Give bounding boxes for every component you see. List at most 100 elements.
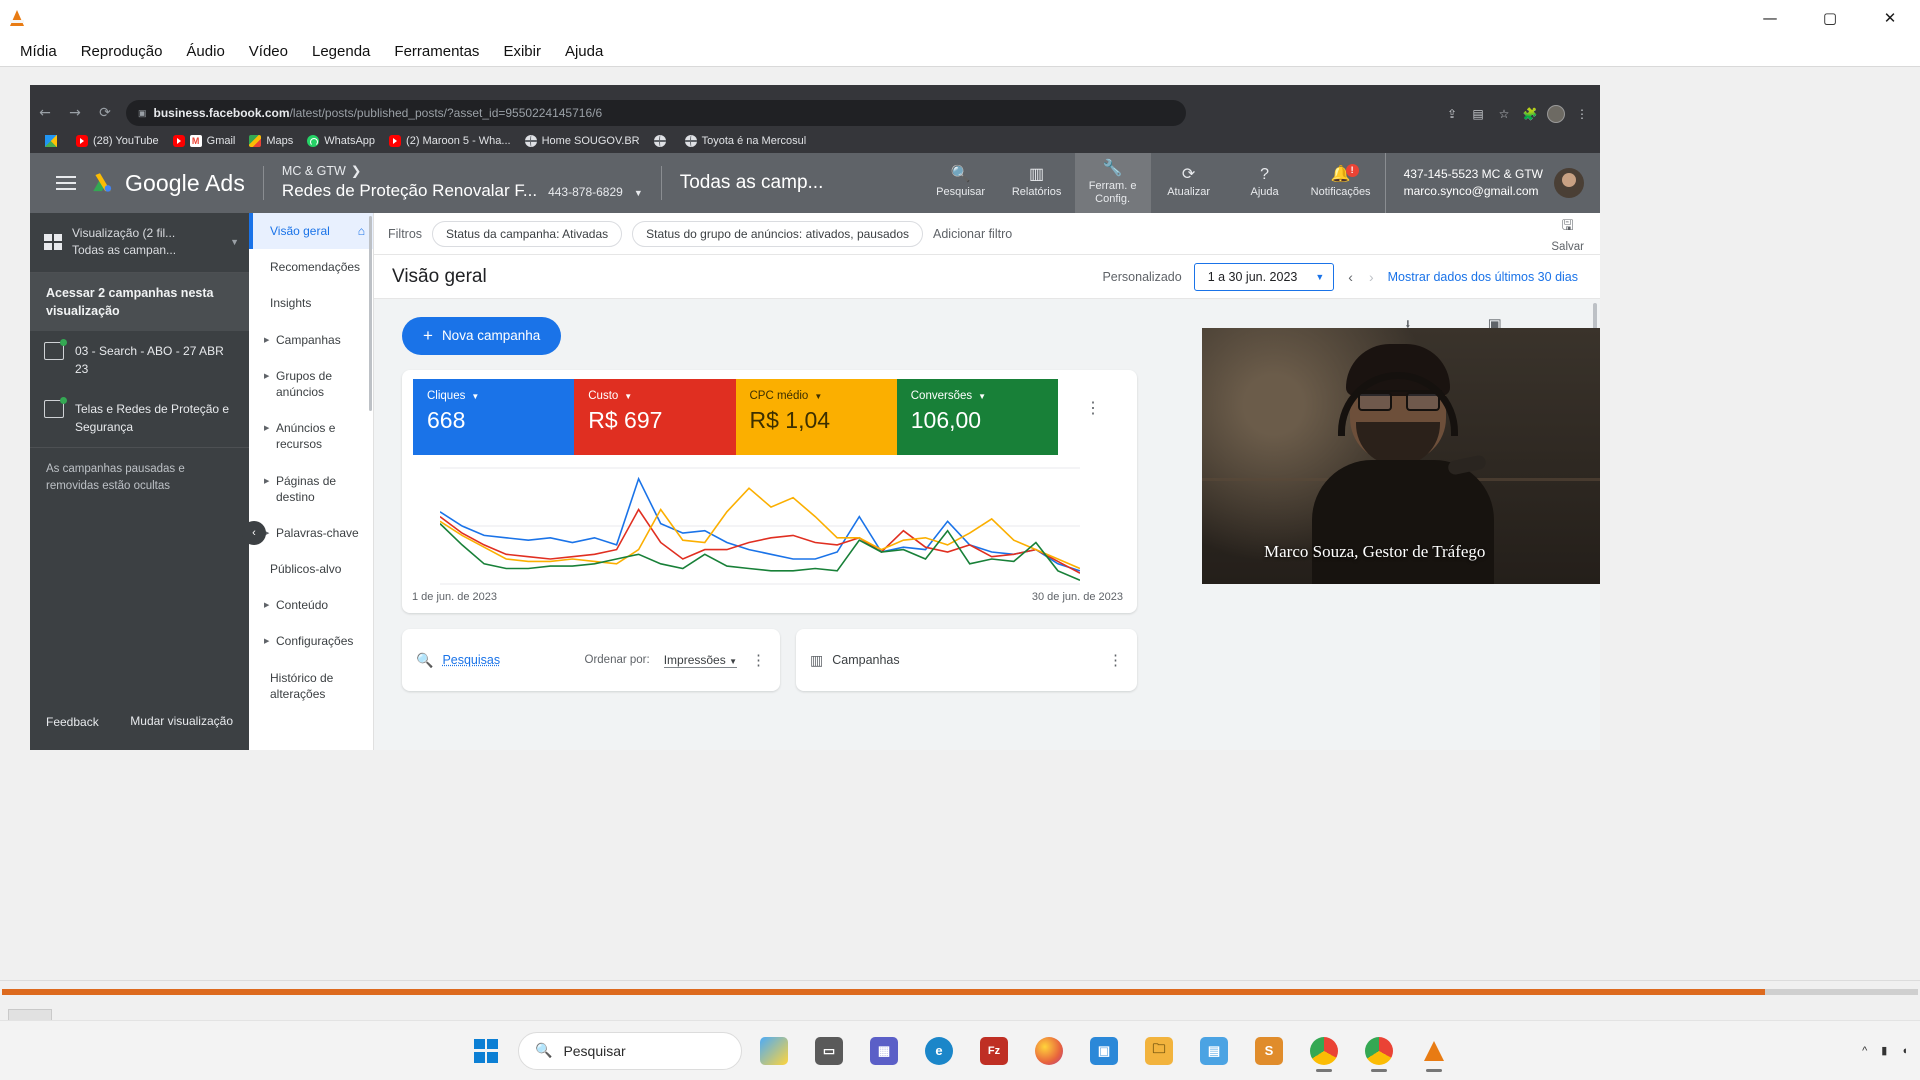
- header-action-reports[interactable]: ▥ Relatórios: [999, 153, 1075, 213]
- share-icon[interactable]: ⇪: [1440, 102, 1464, 126]
- taskbar-app-filezilla[interactable]: Fz: [971, 1028, 1017, 1074]
- header-action-tools[interactable]: 🔧 Ferram. e Config.: [1074, 153, 1151, 213]
- menu-exibir[interactable]: Exibir: [491, 39, 553, 64]
- previous-period-button[interactable]: ‹: [1346, 269, 1355, 285]
- scorecard-cpc-medio[interactable]: CPC médio ▼ R$ 1,04: [735, 379, 897, 455]
- forward-icon[interactable]: →: [60, 100, 90, 126]
- nav-item-publicos-alvo[interactable]: Públicos-alvo: [249, 551, 373, 587]
- bookmark-toyota[interactable]: Toyota é na Mercosul: [678, 133, 814, 149]
- back-icon[interactable]: ←: [30, 100, 60, 126]
- scorecard-custo[interactable]: Custo ▼ R$ 697: [574, 379, 736, 455]
- chevron-down-icon[interactable]: ▼: [814, 392, 822, 401]
- panel-pesquisas[interactable]: 🔍 Pesquisas Ordenar por: Impressões ▼ ⋮: [402, 629, 780, 691]
- extensions-icon[interactable]: 🧩: [1518, 102, 1542, 126]
- chevron-down-icon[interactable]: ▼: [471, 392, 479, 401]
- taskbar-app-firefox[interactable]: [1026, 1028, 1072, 1074]
- nav-scrollbar[interactable]: [369, 216, 372, 411]
- bookmark-drive[interactable]: [38, 133, 69, 149]
- taskbar-app-file-explorer[interactable]: 🗀: [1136, 1028, 1182, 1074]
- nav-item-configuracoes[interactable]: ▶ Configurações: [249, 623, 373, 659]
- minimize-button[interactable]: —: [1740, 0, 1800, 36]
- nav-item-anuncios-e-recursos[interactable]: ▶ Anúncios e recursos: [249, 410, 373, 462]
- vlc-seek-bar[interactable]: [2, 989, 1918, 995]
- bookmark-youtube[interactable]: (28) YouTube: [69, 133, 166, 149]
- views-header[interactable]: Visualização (2 fil... Todas as campan..…: [30, 213, 249, 273]
- tray-volume-icon[interactable]: ◖: [1901, 1045, 1908, 1057]
- collapse-sidebar-button[interactable]: ‹: [242, 521, 266, 545]
- new-campaign-button[interactable]: + Nova campanha: [402, 316, 562, 355]
- menu-audio[interactable]: Áudio: [174, 39, 236, 64]
- chevron-down-icon[interactable]: ▼: [978, 392, 986, 401]
- scorecard-conversoes[interactable]: Conversões ▼ 106,00: [896, 379, 1058, 455]
- maximize-button[interactable]: ▢: [1800, 0, 1860, 36]
- nav-item-insights[interactable]: Insights: [249, 285, 373, 321]
- taskbar-search[interactable]: 🔍 Pesquisar: [518, 1031, 742, 1070]
- taskbar-app-sublime[interactable]: S: [1246, 1028, 1292, 1074]
- bookmark-maps[interactable]: Maps: [242, 133, 300, 149]
- save-button[interactable]: 🖫 Salvar: [1551, 215, 1584, 253]
- chrome-menu-icon[interactable]: ⋮: [1570, 102, 1594, 126]
- taskbar-app-widgets[interactable]: [751, 1028, 797, 1074]
- sidebar-campaign-item[interactable]: Telas e Redes de Proteção e Segurança: [30, 389, 249, 447]
- nav-item-historico-de-alteracoes[interactable]: Histórico de alterações: [249, 660, 373, 712]
- menu-video[interactable]: Vídeo: [237, 39, 300, 64]
- taskbar-app-chrome[interactable]: [1301, 1028, 1347, 1074]
- user-account-block[interactable]: 437-145-5523 MC & GTW marco.synco@gmail.…: [1384, 153, 1600, 213]
- scorecard-cliques[interactable]: Cliques ▼ 668: [413, 379, 575, 455]
- taskbar-app-chrome-2[interactable]: [1356, 1028, 1402, 1074]
- nav-item-paginas-de-destino[interactable]: ▶ Páginas de destino: [249, 463, 373, 515]
- panel-title[interactable]: Pesquisas: [442, 653, 500, 667]
- taskbar-app-edge[interactable]: e: [916, 1028, 962, 1074]
- install-icon[interactable]: ▤: [1466, 102, 1490, 126]
- nav-item-grupos-de-anuncios[interactable]: ▶ Grupos de anúncios: [249, 358, 373, 410]
- change-view-link[interactable]: Mudar visualização: [130, 713, 233, 730]
- bookmark-star-icon[interactable]: ☆: [1492, 102, 1516, 126]
- taskbar-app-notepad[interactable]: ▤: [1191, 1028, 1237, 1074]
- nav-item-visao-geral[interactable]: Visão geral ⌂: [249, 213, 373, 250]
- nav-item-conteudo[interactable]: ▶ Conteúdo: [249, 587, 373, 623]
- chevron-down-icon[interactable]: ▼: [634, 187, 643, 199]
- taskbar-app-teams[interactable]: ▦: [861, 1028, 907, 1074]
- nav-item-recomendacoes[interactable]: Recomendações: [249, 249, 373, 285]
- reload-icon[interactable]: ⟳: [90, 100, 120, 126]
- next-period-button[interactable]: ›: [1367, 269, 1376, 285]
- card-menu-button[interactable]: ⋮: [1085, 398, 1101, 418]
- account-selector[interactable]: MC & GTW ❯ Redes de Proteção Renovalar F…: [282, 163, 643, 203]
- tray-network-icon[interactable]: ▮: [1881, 1044, 1887, 1057]
- panel-menu-button[interactable]: ⋮: [1108, 651, 1123, 669]
- menu-ajuda[interactable]: Ajuda: [553, 39, 615, 64]
- header-action-notifications[interactable]: 🔔 ! Notificações: [1303, 153, 1379, 213]
- filter-chip-adgroup-status[interactable]: Status do grupo de anúncios: ativados, p…: [632, 220, 923, 247]
- taskbar-app-task-view[interactable]: ▭: [806, 1028, 852, 1074]
- header-action-search[interactable]: 🔍 Pesquisar: [923, 153, 999, 213]
- panel-menu-button[interactable]: ⋮: [751, 651, 766, 669]
- filter-chip-campaign-status[interactable]: Status da campanha: Ativadas: [432, 220, 623, 247]
- last-30-days-link[interactable]: Mostrar dados dos últimos 30 dias: [1388, 270, 1578, 284]
- panel-campanhas[interactable]: ▥ Campanhas ⋮: [796, 629, 1137, 691]
- performance-chart[interactable]: [402, 455, 1137, 585]
- address-bar[interactable]: ▣ business.facebook.com/latest/posts/pub…: [126, 100, 1186, 126]
- bookmark-whatsapp[interactable]: WhatsApp: [300, 133, 382, 149]
- date-range-selector[interactable]: 1 a 30 jun. 2023 ▼: [1193, 262, 1335, 291]
- taskbar-app-vlc[interactable]: [1411, 1028, 1457, 1074]
- start-button[interactable]: [463, 1028, 509, 1074]
- nav-item-palavras-chave[interactable]: ▶ Palavras-chave: [249, 515, 373, 551]
- add-filter-button[interactable]: Adicionar filtro: [933, 227, 1012, 241]
- bookmark-maroon5[interactable]: (2) Maroon 5 - Wha...: [382, 133, 518, 149]
- avatar[interactable]: [1554, 168, 1584, 198]
- menu-legenda[interactable]: Legenda: [300, 39, 382, 64]
- chevron-down-icon[interactable]: ▼: [624, 392, 632, 401]
- taskbar-app-microsoft-store[interactable]: ▣: [1081, 1028, 1127, 1074]
- bookmark-globe-unnamed[interactable]: [647, 133, 678, 149]
- menu-midia[interactable]: Mídia: [8, 39, 69, 64]
- header-action-help[interactable]: ? Ajuda: [1227, 153, 1303, 213]
- tray-chevron-icon[interactable]: ^: [1862, 1045, 1867, 1057]
- header-action-refresh[interactable]: ⟳ Atualizar: [1151, 153, 1227, 213]
- feedback-link[interactable]: Feedback: [46, 715, 99, 729]
- page-info-icon[interactable]: ▣: [138, 108, 147, 119]
- close-button[interactable]: ✕: [1860, 0, 1920, 36]
- sidebar-campaign-item[interactable]: 03 - Search - ABO - 27 ABR 23: [30, 331, 249, 389]
- nav-item-campanhas[interactable]: ▶ Campanhas: [249, 322, 373, 358]
- profile-icon[interactable]: [1544, 102, 1568, 126]
- hamburger-menu-icon[interactable]: [52, 172, 82, 194]
